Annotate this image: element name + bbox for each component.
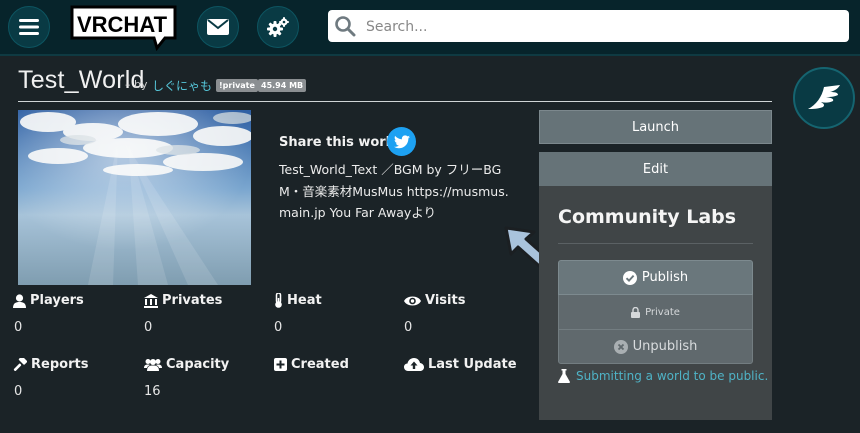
hammer-icon [13, 357, 27, 371]
stat-privates-value: 0 [144, 320, 153, 335]
plus-square-icon [274, 358, 287, 371]
search-bar[interactable] [328, 10, 849, 42]
stat-privates-label: Privates [144, 293, 222, 308]
submit-link-text[interactable]: Submitting a world to be public. [576, 369, 768, 383]
private-button[interactable]: Private [558, 295, 753, 329]
privates-icon [144, 293, 158, 308]
messages-button[interactable] [197, 6, 239, 48]
settings-button[interactable] [257, 6, 299, 48]
hamburger-icon [19, 19, 39, 35]
stat-visits-label: Visits [404, 293, 465, 308]
logo-text: VRCHAT [77, 12, 168, 37]
wing-icon [808, 85, 840, 109]
search-icon [335, 16, 356, 37]
private-badge: !private [216, 79, 258, 92]
times-circle-icon [613, 339, 628, 354]
stat-label-text: Reports [31, 357, 89, 372]
unpublish-button[interactable]: Unpublish [558, 329, 753, 364]
author-link[interactable]: しぐにゃも [152, 77, 212, 94]
stat-last-update-label: Last Update [404, 357, 517, 372]
community-labs-title: Community Labs [558, 206, 737, 228]
stat-players-value: 0 [14, 320, 23, 335]
size-badge: 45.94 MB [258, 79, 307, 92]
envelope-icon [207, 19, 229, 35]
stat-label-text: Privates [162, 293, 223, 308]
stat-heat-value: 0 [274, 320, 283, 335]
eye-icon [404, 296, 421, 305]
vrchat-logo[interactable]: VRCHAT [70, 5, 177, 52]
thermometer-icon [275, 293, 282, 308]
search-input[interactable] [364, 13, 838, 41]
stat-label-text: Heat [287, 293, 322, 308]
twitter-share-button[interactable] [387, 127, 416, 156]
stat-label-text: Players [30, 293, 84, 308]
stat-capacity-label: Capacity [144, 357, 229, 372]
stat-heat-label: Heat [274, 293, 322, 308]
edit-button[interactable]: Edit [539, 152, 772, 186]
title-divider [18, 101, 772, 102]
cogs-icon [267, 17, 289, 37]
stat-label-text: Last Update [428, 357, 517, 372]
check-circle-icon [622, 270, 637, 285]
stat-created-label: Created [274, 357, 349, 372]
stat-label-text: Created [291, 357, 349, 372]
by-label: – by [125, 78, 148, 91]
stat-label-text: Visits [425, 293, 466, 308]
publish-button[interactable]: Publish [558, 260, 753, 295]
private-label: Private [645, 306, 680, 318]
stat-reports-value: 0 [14, 384, 23, 399]
world-description: Test_World_Text ／BGM by フリーBGM・音楽素材MusMu… [279, 162, 509, 220]
publish-label: Publish [641, 270, 689, 285]
wing-button[interactable] [793, 67, 855, 129]
share-label: Share this world [279, 135, 400, 150]
world-thumbnail [18, 110, 251, 285]
lock-icon [631, 306, 641, 318]
stat-label-text: Capacity [166, 357, 230, 372]
unpublish-label: Unpublish [632, 339, 698, 354]
stat-visits-value: 0 [404, 320, 413, 335]
submit-public-link[interactable]: Submitting a world to be public. [558, 369, 768, 383]
user-icon [13, 293, 26, 308]
users-icon [144, 359, 162, 371]
flask-icon [558, 369, 570, 383]
labs-divider [558, 243, 753, 244]
menu-button[interactable] [8, 6, 50, 48]
launch-button[interactable]: Launch [539, 110, 772, 144]
stat-capacity-value: 16 [144, 384, 161, 399]
stat-reports-label: Reports [13, 357, 88, 372]
top-navbar: VRCHAT [0, 0, 860, 56]
cloud-upload-icon [404, 358, 424, 371]
stat-players-label: Players [13, 293, 84, 308]
twitter-icon [393, 134, 410, 148]
